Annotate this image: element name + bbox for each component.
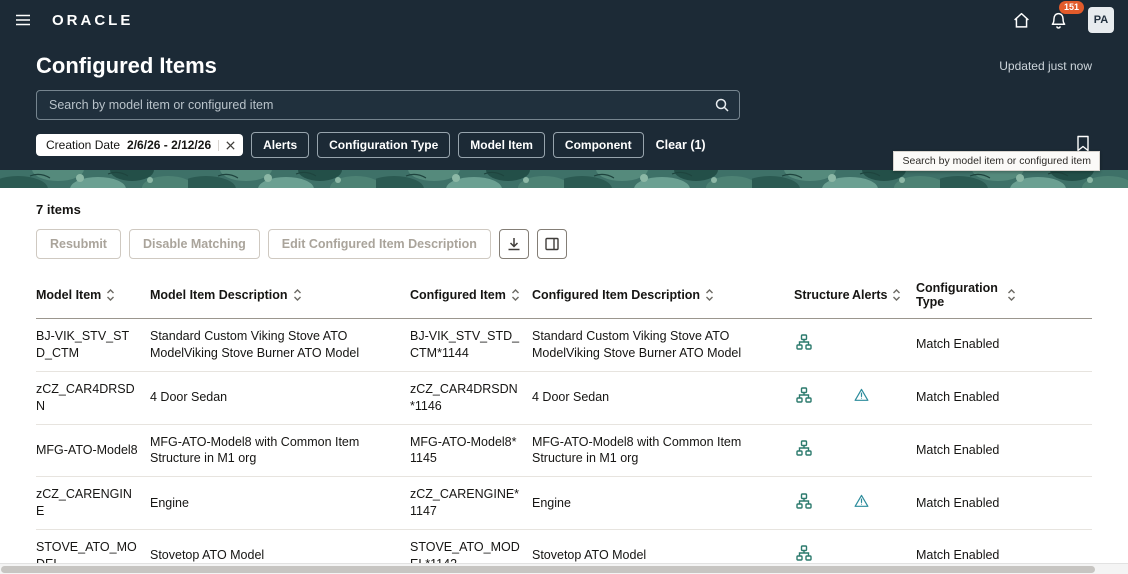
column-header-configuration-type[interactable]: Configuration Type	[916, 273, 1092, 319]
cell-configured-item: zCZ_CARENGINE*1147	[410, 477, 532, 530]
edit-configured-item-description-button[interactable]: Edit Configured Item Description	[268, 229, 491, 259]
table-body: BJ-VIK_STV_STD_CTM Standard Custom Vikin…	[36, 319, 1092, 574]
table-row: zCZ_CARENGINE Engine zCZ_CARENGINE*1147 …	[36, 477, 1092, 530]
download-icon[interactable]	[499, 229, 529, 259]
page-header: Configured Items Updated just now Creati…	[0, 40, 1128, 170]
cell-configured-item: MFG-ATO-Model8*1145	[410, 424, 532, 477]
scrollbar-thumb[interactable]	[1, 566, 1095, 573]
date-chip-label: Creation Date	[46, 138, 120, 152]
cell-configuration-type: Match Enabled	[916, 477, 1092, 530]
top-bar: ORACLE 151 PA	[0, 0, 1128, 40]
search-icon[interactable]	[714, 97, 730, 118]
structure-icon[interactable]	[794, 440, 812, 456]
sort-icon	[106, 288, 115, 302]
column-header-configured-item-description[interactable]: Configured Item Description	[532, 273, 794, 319]
cell-configuration-type: Match Enabled	[916, 371, 1092, 424]
sort-icon	[892, 288, 901, 302]
column-header-structure: Structure	[794, 273, 852, 319]
cell-structure	[794, 477, 852, 530]
home-icon[interactable]	[1008, 7, 1035, 34]
page-title: Configured Items	[36, 53, 217, 79]
cell-configured-item-description: Standard Custom Viking Stove ATO ModelVi…	[532, 319, 794, 372]
disable-matching-button[interactable]: Disable Matching	[129, 229, 260, 259]
filter-chip-alerts[interactable]: Alerts	[251, 132, 309, 158]
table-row: MFG-ATO-Model8 MFG-ATO-Model8 with Commo…	[36, 424, 1092, 477]
resubmit-button[interactable]: Resubmit	[36, 229, 121, 259]
date-chip-value: 2/6/26 - 2/12/26	[127, 138, 211, 152]
sort-icon	[705, 288, 714, 302]
column-header-model-item[interactable]: Model Item	[36, 273, 150, 319]
search-input[interactable]	[36, 90, 740, 120]
avatar[interactable]: PA	[1088, 7, 1114, 33]
column-header-model-item-description[interactable]: Model Item Description	[150, 273, 410, 319]
cell-model-item-description: Standard Custom Viking Stove ATO ModelVi…	[150, 319, 410, 372]
cell-structure	[794, 319, 852, 372]
content-area: 7 items Resubmit Disable Matching Edit C…	[0, 188, 1128, 574]
cell-configuration-type: Match Enabled	[916, 319, 1092, 372]
cell-structure	[794, 424, 852, 477]
cell-alerts	[852, 371, 916, 424]
cell-model-item-description: Engine	[150, 477, 410, 530]
manage-columns-icon[interactable]	[537, 229, 567, 259]
items-count: 7 items	[36, 202, 1092, 217]
cell-model-item: MFG-ATO-Model8	[36, 424, 150, 477]
cell-configured-item-description: MFG-ATO-Model8 with Common Item Structur…	[532, 424, 794, 477]
sort-icon	[511, 288, 520, 302]
table-row: zCZ_CAR4DRSDN 4 Door Sedan zCZ_CAR4DRSDN…	[36, 371, 1092, 424]
close-icon[interactable]	[218, 140, 236, 151]
cell-model-item: BJ-VIK_STV_STD_CTM	[36, 319, 150, 372]
alert-icon[interactable]	[852, 388, 869, 402]
cell-configured-item-description: Engine	[532, 477, 794, 530]
table-row: BJ-VIK_STV_STD_CTM Standard Custom Vikin…	[36, 319, 1092, 372]
cell-configured-item-description: 4 Door Sedan	[532, 371, 794, 424]
bookmark-tooltip: Search by model item or configured item	[893, 151, 1100, 171]
table-header-row: Model Item Model Item Description Config…	[36, 273, 1092, 319]
configured-items-table: Model Item Model Item Description Config…	[36, 273, 1092, 574]
column-header-alerts[interactable]: Alerts	[852, 273, 916, 319]
cell-model-item-description: 4 Door Sedan	[150, 371, 410, 424]
structure-icon[interactable]	[794, 334, 812, 350]
horizontal-scrollbar[interactable]	[0, 563, 1128, 574]
filter-chip-creation-date[interactable]: Creation Date 2/6/26 - 2/12/26	[36, 134, 243, 156]
alert-icon[interactable]	[852, 494, 869, 508]
structure-icon[interactable]	[794, 545, 812, 561]
notification-count-badge: 151	[1059, 1, 1084, 14]
column-header-configured-item[interactable]: Configured Item	[410, 273, 532, 319]
cell-configuration-type: Match Enabled	[916, 424, 1092, 477]
decorative-banner	[0, 170, 1128, 188]
cell-model-item: zCZ_CARENGINE	[36, 477, 150, 530]
updated-status: Updated just now	[999, 59, 1092, 73]
cell-configured-item: BJ-VIK_STV_STD_CTM*1144	[410, 319, 532, 372]
cell-alerts	[852, 424, 916, 477]
sort-icon	[293, 288, 302, 302]
cell-structure	[794, 371, 852, 424]
structure-icon[interactable]	[794, 387, 812, 403]
filter-chip-component[interactable]: Component	[553, 132, 644, 158]
clear-filters-button[interactable]: Clear (1)	[656, 138, 706, 152]
cell-model-item: zCZ_CAR4DRSDN	[36, 371, 150, 424]
filter-chip-configuration-type[interactable]: Configuration Type	[317, 132, 450, 158]
hamburger-menu-icon[interactable]	[10, 7, 36, 33]
cell-configured-item: zCZ_CAR4DRSDN*1146	[410, 371, 532, 424]
oracle-logo: ORACLE	[52, 12, 133, 29]
cell-alerts	[852, 477, 916, 530]
structure-icon[interactable]	[794, 493, 812, 509]
cell-alerts	[852, 319, 916, 372]
sort-icon	[1007, 288, 1016, 302]
table-toolbar: Resubmit Disable Matching Edit Configure…	[36, 229, 1092, 259]
cell-model-item-description: MFG-ATO-Model8 with Common Item Structur…	[150, 424, 410, 477]
filter-chip-model-item[interactable]: Model Item	[458, 132, 545, 158]
